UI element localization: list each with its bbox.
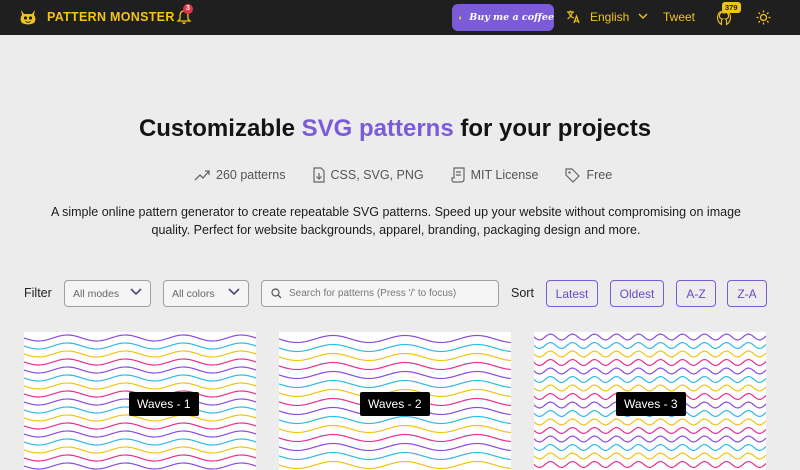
title-accent: SVG patterns: [301, 115, 454, 142]
wave-line: [24, 366, 256, 374]
wave-line: [24, 446, 256, 454]
wave-line: [24, 430, 256, 438]
sort-oldest-button[interactable]: Oldest: [610, 280, 664, 307]
wave-line: [534, 460, 766, 469]
sort-latest-button[interactable]: Latest: [546, 280, 598, 307]
sort-a-z-button[interactable]: A-Z: [676, 280, 716, 307]
wave-line: [24, 342, 256, 350]
feature-label: CSS, SVG, PNG: [330, 168, 424, 182]
wave-line: [534, 350, 766, 358]
pattern-label: Waves - 3: [616, 392, 686, 416]
wave-line: [534, 426, 766, 435]
title-suffix: for your projects: [453, 115, 652, 142]
github-stars-badge: 379: [722, 2, 741, 13]
tweet-link[interactable]: Tweet: [663, 10, 695, 24]
title-prefix: Customizable: [138, 115, 302, 142]
feature-item: 260 patterns: [194, 168, 286, 182]
wave-line: [279, 433, 511, 443]
trending-icon: [194, 170, 210, 181]
wave-line: [279, 334, 511, 344]
theme-toggle-icon[interactable]: [756, 10, 771, 25]
feature-item: Free: [565, 167, 613, 183]
feature-list: 260 patterns CSS, SVG, PNG MIT License F…: [194, 165, 639, 185]
filter-label: Filter: [24, 286, 52, 300]
coffee-cup-icon: [459, 15, 462, 20]
hero-description: A simple online pattern generator to cre…: [51, 205, 741, 237]
sort-z-a-button[interactable]: Z-A: [727, 280, 767, 307]
wave-line: [534, 384, 766, 392]
chevron-down-icon: [638, 13, 648, 19]
pattern-card[interactable]: Waves - 1: [24, 332, 256, 470]
search-box[interactable]: [261, 280, 499, 307]
feature-item: CSS, SVG, PNG: [312, 167, 424, 183]
chevron-down-icon: [228, 288, 240, 296]
chevron-down-icon: [130, 288, 142, 296]
wave-line: [534, 443, 766, 452]
search-icon: [271, 288, 282, 299]
wave-line: [24, 358, 256, 366]
wave-line: [534, 358, 766, 367]
wave-line: [24, 422, 256, 430]
color-select-value: All colors: [172, 287, 215, 300]
file-download-icon: [312, 167, 325, 183]
brand-link[interactable]: PATTERN MONSTER: [18, 8, 175, 26]
wave-line: [279, 361, 511, 371]
wave-line: [534, 375, 766, 384]
wave-line: [279, 379, 511, 389]
coffee-label: Buy me a coffee: [469, 12, 554, 23]
color-select[interactable]: All colors: [163, 280, 249, 307]
wave-line: [279, 460, 511, 470]
wave-line: [534, 341, 766, 350]
wave-line: [279, 343, 511, 353]
language-label: English: [590, 9, 630, 24]
translate-icon: [567, 10, 580, 24]
tag-icon: [565, 167, 581, 183]
feature-label: Free: [586, 168, 613, 182]
wave-line: [279, 352, 511, 362]
wave-line: [24, 374, 256, 382]
sort-label: Sort: [511, 286, 534, 300]
wave-line: [24, 438, 256, 446]
wave-line: [279, 442, 511, 452]
wave-line: [534, 418, 766, 426]
pattern-label: Waves - 1: [129, 392, 199, 416]
wave-line: [534, 452, 766, 460]
wave-line: [24, 454, 256, 462]
pattern-card[interactable]: Waves - 2: [279, 332, 511, 470]
wave-line: [279, 370, 511, 380]
wave-line: [24, 334, 256, 342]
wave-line: [24, 350, 256, 358]
mode-select-value: All modes: [73, 287, 120, 300]
wave-line: [534, 333, 766, 341]
brand-name: PATTERN MONSTER: [47, 10, 175, 24]
wave-line: [24, 382, 256, 390]
wave-line: [279, 415, 511, 425]
monster-logo-icon: [20, 10, 36, 25]
notification-badge: 3: [183, 4, 193, 14]
wave-line: [24, 462, 256, 470]
license-icon: [450, 167, 465, 183]
feature-item: MIT License: [450, 167, 539, 183]
pattern-card[interactable]: Waves - 3: [534, 332, 766, 470]
wave-line: [279, 451, 511, 461]
wave-line: [534, 367, 766, 375]
mode-select[interactable]: All modes: [64, 280, 151, 307]
wave-line: [279, 424, 511, 434]
search-input[interactable]: [289, 288, 494, 299]
language-selector[interactable]: English: [566, 9, 648, 24]
feature-label: 260 patterns: [216, 168, 286, 182]
top-navbar: PATTERN MONSTER 3 Buy me a coffee Englis…: [0, 0, 800, 35]
wave-line: [534, 435, 766, 443]
buy-me-a-coffee-button[interactable]: Buy me a coffee: [452, 4, 554, 31]
pattern-label: Waves - 2: [360, 392, 430, 416]
page-title: Customizable SVG patterns for your proje…: [0, 115, 790, 143]
feature-label: MIT License: [470, 168, 539, 182]
